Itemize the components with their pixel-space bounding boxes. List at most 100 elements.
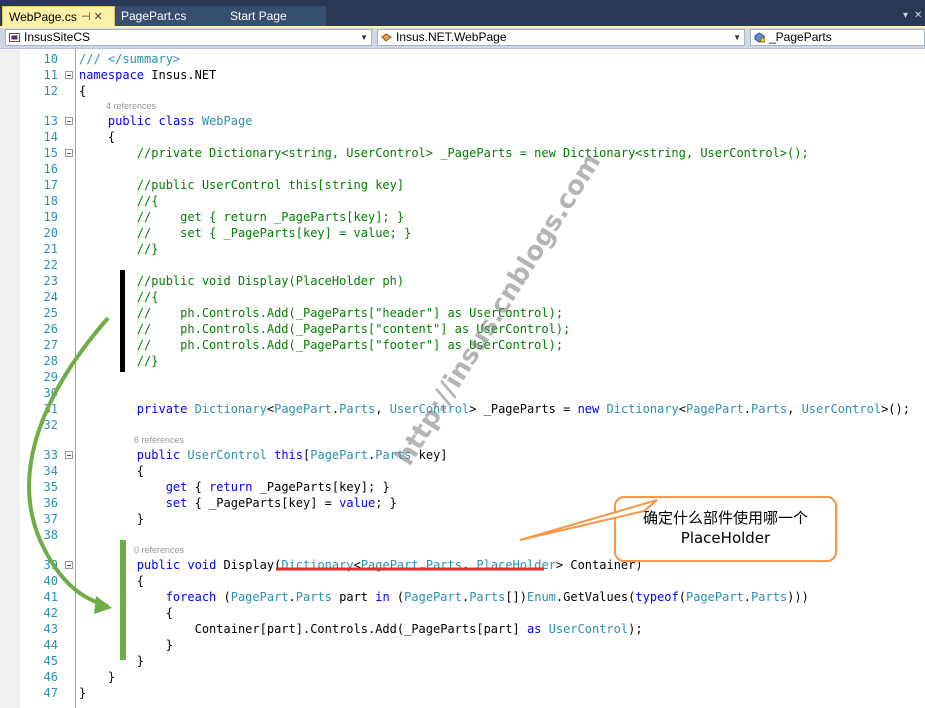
code-line[interactable]: 13 public class WebPage (0, 113, 925, 129)
code-lens-references[interactable]: 4 references (106, 101, 156, 112)
project-dropdown-value: InsusSiteCS (24, 30, 91, 44)
code-text: public void Display(Dictionary<PagePart.… (136, 558, 643, 572)
collapse-icon[interactable] (65, 149, 73, 157)
code-line[interactable]: 20 // set { _PageParts[key] = value; } (0, 225, 925, 241)
code-line[interactable]: 25 // ph.Controls.Add(_PageParts["header… (0, 305, 925, 321)
code-text: } (79, 670, 116, 684)
code-line[interactable]: 46 } (0, 669, 925, 685)
callout-text-line1: 确定什么部件使用哪一个 (642, 509, 808, 527)
collapse-icon[interactable] (65, 451, 73, 459)
code-text: // ph.Controls.Add(_PageParts["content"]… (136, 322, 571, 336)
code-text: // ph.Controls.Add(_PageParts["header"] … (136, 306, 564, 320)
collapse-icon[interactable] (65, 71, 73, 79)
line-number: 38 (43, 528, 58, 542)
code-line[interactable]: 21 //} (0, 241, 925, 257)
line-number: 13 (43, 114, 58, 128)
field-icon (754, 32, 765, 43)
class-icon (381, 33, 392, 42)
code-line[interactable]: 17 //public UserControl this[string key] (0, 177, 925, 193)
tab-label: WebPage.cs (9, 10, 77, 24)
code-text: //} (136, 354, 159, 368)
member-dropdown-value: _PageParts (769, 30, 832, 44)
code-line[interactable]: 22 (0, 257, 925, 273)
tab-webpage-cs[interactable]: WebPage.cs ⊣ ✕ (2, 6, 115, 27)
line-number: 33 (43, 448, 58, 462)
code-lens-references[interactable]: 0 references (134, 545, 184, 556)
code-line[interactable]: 29 (0, 369, 925, 385)
tab-pagepart-cs[interactable]: PagePart.cs (115, 6, 219, 27)
code-line[interactable]: 15 //private Dictionary<string, UserCont… (0, 145, 925, 161)
code-text: { (79, 574, 145, 588)
tab-pin-close-icons[interactable]: ⊣ ✕ (81, 7, 103, 28)
collapse-icon[interactable] (65, 117, 73, 125)
code-editor[interactable]: 10 /// </summary> 11 namespace Insus.NET 12 {… (0, 49, 925, 708)
collapse-icon[interactable] (65, 561, 73, 569)
code-text: } (79, 654, 145, 668)
code-line[interactable]: 34 { (0, 463, 925, 479)
code-text: { (79, 130, 116, 144)
code-line[interactable]: 18 //{ (0, 193, 925, 209)
line-number: 21 (43, 242, 58, 256)
line-number: 45 (43, 654, 58, 668)
code-line[interactable]: 16 (0, 161, 925, 177)
code-line[interactable]: 42 { (0, 605, 925, 621)
code-text: set { _PageParts[key] = value; } (165, 496, 397, 510)
code-line[interactable]: 26 // ph.Controls.Add(_PageParts["conten… (0, 321, 925, 337)
code-line[interactable]: 27 // ph.Controls.Add(_PageParts["footer… (0, 337, 925, 353)
code-line[interactable]: 31 private Dictionary<PagePart.Parts, Us… (0, 401, 925, 417)
class-dropdown-value: Insus.NET.WebPage (396, 30, 507, 44)
close-icon[interactable]: ✕ (914, 10, 922, 21)
code-text: { (79, 464, 145, 478)
chevron-down-icon[interactable]: ▼ (360, 30, 368, 45)
code-text: { (79, 606, 173, 620)
line-number: 46 (43, 670, 58, 684)
code-text: //public UserControl this[string key] (136, 178, 405, 192)
line-number: 23 (43, 274, 58, 288)
line-number: 16 (43, 162, 58, 176)
line-number: 15 (43, 146, 58, 160)
navigation-bar: InsusSiteCS ▼ Insus.NET.WebPage ▼ _PageP… (0, 28, 925, 49)
code-line[interactable]: 14 { (0, 129, 925, 145)
code-line[interactable]: 40 { (0, 573, 925, 589)
code-line[interactable]: 41 foreach (PagePart.Parts part in (Page… (0, 589, 925, 605)
code-line[interactable]: 24 //{ (0, 289, 925, 305)
member-dropdown[interactable]: _PageParts (750, 29, 925, 46)
code-line[interactable]: 30 (0, 385, 925, 401)
line-number: 36 (43, 496, 58, 510)
code-text: // get { return _PageParts[key]; } (136, 210, 405, 224)
code-text: foreach (PagePart.Parts part in (PagePar… (165, 590, 809, 604)
document-tab-strip: WebPage.cs ⊣ ✕ PagePart.cs Start Page ▾ … (0, 0, 925, 27)
code-line[interactable]: 33 public UserControl this[PagePart.Part… (0, 447, 925, 463)
code-line[interactable]: 11 namespace Insus.NET (0, 67, 925, 83)
code-line[interactable]: 28 //} (0, 353, 925, 369)
code-line[interactable]: 44 } (0, 637, 925, 653)
code-line[interactable]: 47} (0, 685, 925, 701)
line-number: 12 (43, 84, 58, 98)
annotation-callout: 确定什么部件使用哪一个 PlaceHolder (614, 496, 837, 562)
code-text: } (79, 638, 173, 652)
tab-overflow-icon[interactable]: ▾ (903, 10, 908, 21)
class-dropdown[interactable]: Insus.NET.WebPage ▼ (377, 29, 745, 46)
code-lens-references[interactable]: 6 references (134, 435, 184, 446)
code-line[interactable]: 23 //public void Display(PlaceHolder ph) (0, 273, 925, 289)
line-number: 14 (43, 130, 58, 144)
code-line[interactable]: 32 (0, 417, 925, 433)
code-text: { (79, 84, 87, 98)
code-line[interactable]: 19 // get { return _PageParts[key]; } (0, 209, 925, 225)
chevron-down-icon[interactable]: ▼ (733, 30, 741, 45)
code-text: Container[part].Controls.Add(_PageParts[… (79, 622, 643, 636)
code-text: //private Dictionary<string, UserControl… (136, 146, 809, 160)
line-number: 31 (43, 402, 58, 416)
tab-start-page[interactable]: Start Page (219, 6, 326, 27)
project-dropdown[interactable]: InsusSiteCS ▼ (5, 29, 372, 46)
line-number: 41 (43, 590, 58, 604)
code-line[interactable]: 45 } (0, 653, 925, 669)
line-number: 43 (43, 622, 58, 636)
line-number: 32 (43, 418, 58, 432)
code-line[interactable]: 10 /// </summary> (0, 51, 925, 67)
line-number: 34 (43, 464, 58, 478)
code-line[interactable]: 35 get { return _PageParts[key]; } (0, 479, 925, 495)
line-number: 19 (43, 210, 58, 224)
code-line[interactable]: 43 Container[part].Controls.Add(_PagePar… (0, 621, 925, 637)
code-line[interactable]: 12 { (0, 83, 925, 99)
